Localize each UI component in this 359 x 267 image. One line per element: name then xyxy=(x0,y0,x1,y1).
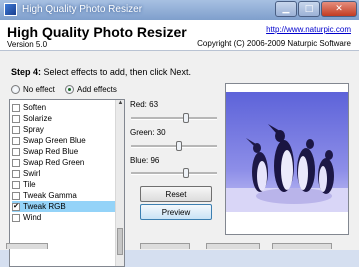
checkbox[interactable] xyxy=(12,147,20,156)
list-item-label: Tweak Gamma xyxy=(23,191,77,200)
back-button-edge[interactable] xyxy=(6,243,48,249)
cancel-button-edge[interactable] xyxy=(206,243,260,249)
minimize-button[interactable]: ▁ xyxy=(275,1,297,17)
checkbox[interactable] xyxy=(12,180,20,189)
radio-circle-selected[interactable] xyxy=(65,84,74,94)
app-icon xyxy=(4,3,17,16)
help-button-edge[interactable] xyxy=(272,243,332,249)
list-item-label: Solarize xyxy=(23,114,52,123)
list-item[interactable]: Swap Green Blue xyxy=(12,135,115,146)
list-item[interactable]: Soften xyxy=(12,102,115,113)
red-slider[interactable] xyxy=(131,113,217,123)
list-item-selected[interactable]: ✔ Tweak RGB xyxy=(12,201,115,212)
list-item-label: Tile xyxy=(23,180,36,189)
slider-thumb[interactable] xyxy=(176,141,182,151)
green-slider[interactable] xyxy=(131,141,217,151)
checkbox[interactable] xyxy=(12,213,20,222)
copyright-label: Copyright (C) 2006-2009 Naturpic Softwar… xyxy=(197,39,351,48)
checkbox[interactable] xyxy=(12,169,20,178)
red-slider-label: Red: 63 xyxy=(130,100,159,109)
list-item-label: Swap Red Green xyxy=(23,158,85,167)
slider-track xyxy=(131,145,217,148)
list-item[interactable]: Solarize xyxy=(12,113,115,124)
window-controls: ▁ □ ✕ xyxy=(275,1,357,17)
slider-track xyxy=(131,117,217,120)
checkbox[interactable] xyxy=(12,136,20,145)
title-bar: High Quality Photo Resizer ▁ □ ✕ xyxy=(0,0,359,21)
list-item[interactable]: Tweak Gamma xyxy=(12,190,115,201)
preview-image xyxy=(225,83,349,235)
no-effect-label: No effect xyxy=(23,84,55,94)
blue-slider-label: Blue: 96 xyxy=(130,156,160,165)
next-button-edge[interactable] xyxy=(140,243,190,249)
checkbox[interactable] xyxy=(12,158,20,167)
slider-track xyxy=(131,172,217,175)
add-effects-radio[interactable]: Add effects xyxy=(65,83,117,95)
list-item[interactable]: Swirl xyxy=(12,168,115,179)
website-link[interactable]: http://www.naturpic.com xyxy=(266,25,351,34)
list-item[interactable]: Tile xyxy=(12,179,115,190)
list-item-label: Spray xyxy=(23,125,44,134)
checkbox[interactable] xyxy=(12,191,20,200)
list-item-label: Tweak RGB xyxy=(23,202,66,211)
penguins-picture xyxy=(226,92,348,212)
slider-thumb[interactable] xyxy=(183,113,189,123)
maximize-button[interactable]: □ xyxy=(298,1,320,17)
step-text: Select effects to add, then click Next. xyxy=(43,67,191,77)
list-item[interactable]: Spray xyxy=(12,124,115,135)
slider-thumb[interactable] xyxy=(183,168,189,178)
effects-list[interactable]: Soften Solarize Spray Swap Green Blue Sw… xyxy=(9,99,125,267)
reset-button-label: Reset xyxy=(165,189,187,199)
preview-button[interactable]: Preview xyxy=(140,204,212,220)
list-item-label: Soften xyxy=(23,103,47,112)
preview-button-label: Preview xyxy=(161,207,191,217)
version-label: Version 5.0 xyxy=(7,40,48,49)
list-item[interactable]: Swap Red Green xyxy=(12,157,115,168)
scroll-up-icon[interactable]: ▲ xyxy=(117,100,124,107)
no-effect-radio[interactable]: No effect xyxy=(11,83,55,95)
step-label: Step 4: xyxy=(11,67,42,77)
header-banner: High Quality Photo Resizer Version 5.0 h… xyxy=(0,20,359,51)
window-title: High Quality Photo Resizer xyxy=(22,4,143,15)
close-button[interactable]: ✕ xyxy=(321,1,357,17)
list-item[interactable]: Swap Red Blue xyxy=(12,146,115,157)
checkbox[interactable] xyxy=(12,114,20,123)
wizard-content: Step 4: Select effects to add, then clic… xyxy=(0,51,359,267)
list-item[interactable]: Wind xyxy=(12,212,115,223)
blue-slider[interactable] xyxy=(131,168,217,178)
app-title: High Quality Photo Resizer xyxy=(7,24,187,40)
checkbox-checked[interactable]: ✔ xyxy=(12,202,20,211)
list-item-label: Wind xyxy=(23,213,42,222)
scroll-thumb[interactable] xyxy=(117,228,123,255)
add-effects-label: Add effects xyxy=(77,84,117,94)
radio-circle[interactable] xyxy=(11,84,20,94)
list-item-label: Swap Green Blue xyxy=(23,136,86,145)
list-item-label: Swap Red Blue xyxy=(23,147,79,156)
reset-button[interactable]: Reset xyxy=(140,186,212,202)
checkbox[interactable] xyxy=(12,125,20,134)
checkbox[interactable] xyxy=(12,103,20,112)
step-instruction: Step 4: Select effects to add, then clic… xyxy=(11,67,191,77)
list-item-label: Swirl xyxy=(23,169,41,178)
green-slider-label: Green: 30 xyxy=(130,128,166,137)
list-scrollbar[interactable]: ▲ xyxy=(115,100,124,266)
